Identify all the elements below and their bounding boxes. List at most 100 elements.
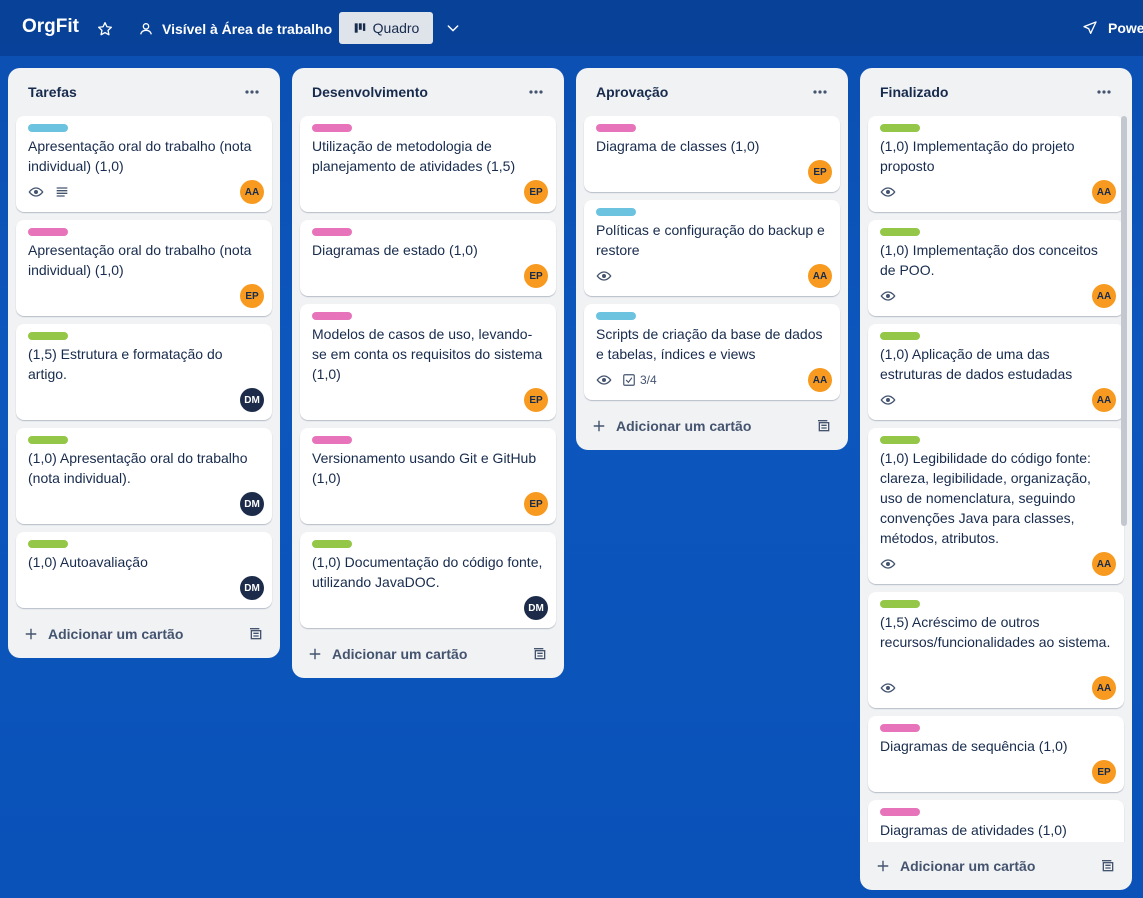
card-label[interactable] [596,124,636,132]
card-label[interactable] [880,724,920,732]
card-title: Políticas e configuração do backup e res… [596,222,825,258]
add-card-button[interactable]: Adicionar um cartão [876,858,1035,874]
board-view-button[interactable]: Quadro [339,12,433,44]
card-label[interactable] [28,436,68,444]
workspace-visibility-icon [140,23,152,35]
card-title: Apresentação oral do trabalho (nota indi… [28,138,252,174]
more-icon [529,90,543,94]
card[interactable]: (1,0) Legibilidade do código fonte: clar… [868,428,1124,584]
avatar[interactable]: AA [808,368,832,392]
avatar[interactable]: EP [1092,760,1116,784]
card-label[interactable] [880,332,920,340]
avatar[interactable]: EP [524,492,548,516]
star-icon [98,22,112,36]
card[interactable]: Versionamento usando Git e GitHub (1,0) … [300,428,556,524]
card[interactable]: (1,0) Apresentação oral do trabalho (not… [16,428,272,524]
add-card-button[interactable]: Adicionar um cartão [308,646,467,662]
card[interactable]: Apresentação oral do trabalho (nota indi… [16,116,272,212]
add-card-button[interactable]: Adicionar um cartão [24,626,183,642]
avatar[interactable]: DM [240,576,264,600]
checklist-icon [623,374,635,386]
card-label[interactable] [880,600,920,608]
view-switcher-button[interactable] [440,14,466,42]
avatar[interactable]: EP [240,284,264,308]
card-label[interactable] [312,312,352,320]
list-desenvolvimento: Desenvolvimento Utilização de metodologi… [292,68,564,678]
avatar[interactable]: EP [524,264,548,288]
avatar[interactable]: AA [1092,676,1116,700]
avatar[interactable]: DM [240,492,264,516]
avatar[interactable]: AA [808,264,832,288]
card[interactable]: Scripts de criação da base de dados e ta… [584,304,840,400]
card-label[interactable] [596,208,636,216]
card[interactable]: Apresentação oral do trabalho (nota indi… [16,220,272,316]
card-badges [596,268,612,284]
card[interactable]: Diagramas de estado (1,0) EP [300,220,556,296]
board-icon [354,23,365,33]
list-menu-button[interactable] [240,82,264,102]
card[interactable]: (1,0) Implementação do projeto proposto … [868,116,1124,212]
avatar[interactable]: EP [524,180,548,204]
card-label[interactable] [880,436,920,444]
card[interactable]: Políticas e configuração do backup e res… [584,200,840,296]
avatar[interactable]: EP [808,160,832,184]
card-title: (1,0) Implementação dos conceitos de POO… [880,242,1098,278]
card-template-icon[interactable] [532,646,548,662]
card-label[interactable] [312,436,352,444]
card-title: (1,0) Apresentação oral do trabalho (not… [28,450,248,486]
card-label[interactable] [312,124,352,132]
card[interactable]: Utilização de metodologia de planejament… [300,116,556,212]
card[interactable]: Modelos de casos de uso, levando-se em c… [300,304,556,420]
list-menu-button[interactable] [808,82,832,102]
card[interactable]: (1,5) Estrutura e formatação do artigo. … [16,324,272,420]
list-header: Tarefas [8,68,280,116]
card-template-icon[interactable] [248,626,264,642]
card[interactable]: (1,0) Autoavaliação DM [16,532,272,608]
card-title: Diagrama de classes (1,0) [596,138,760,154]
card[interactable]: Diagrama de classes (1,0) EP [584,116,840,192]
card-label[interactable] [28,332,68,340]
list-title[interactable]: Tarefas [28,84,77,100]
avatar[interactable]: AA [1092,388,1116,412]
card[interactable]: (1,0) Aplicação de uma das estruturas de… [868,324,1124,420]
card[interactable]: Diagramas de sequência (1,0) EP [868,716,1124,792]
card[interactable]: Diagramas de atividades (1,0) [868,800,1124,842]
list-scrollbar-thumb[interactable] [1121,116,1127,526]
card[interactable]: (1,0) Documentação do código fonte, util… [300,532,556,628]
card-label[interactable] [880,228,920,236]
avatar[interactable]: AA [1092,552,1116,576]
avatar[interactable]: EP [524,388,548,412]
visibility-button[interactable]: Visível à Área de trabalho [132,14,338,44]
card-label[interactable] [28,124,68,132]
list-title[interactable]: Aprovação [596,84,668,100]
card-label[interactable] [28,228,68,236]
checklist-badge: 3/4 [622,373,657,387]
board-name[interactable]: OrgFit [22,16,79,38]
board-header: OrgFit Visível à Área de trabalho Quadro… [0,0,1143,56]
avatar[interactable]: AA [1092,284,1116,308]
eye-icon [880,291,896,301]
card-label[interactable] [880,808,920,816]
list-menu-button[interactable] [524,82,548,102]
card-template-icon[interactable] [816,418,832,434]
eye-icon [880,559,896,569]
card[interactable]: (1,0) Implementação dos conceitos de POO… [868,220,1124,316]
card-label[interactable] [28,540,68,548]
avatar[interactable]: DM [524,596,548,620]
card-label[interactable] [312,228,352,236]
avatar[interactable]: DM [240,388,264,412]
card-label[interactable] [596,312,636,320]
avatar[interactable]: AA [1092,180,1116,204]
card[interactable]: (1,5) Acréscimo de outros recursos/funci… [868,592,1124,708]
list-title[interactable]: Desenvolvimento [312,84,428,100]
avatar[interactable]: AA [240,180,264,204]
card-template-icon[interactable] [1100,858,1116,874]
card-label[interactable] [880,124,920,132]
add-card-button[interactable]: Adicionar um cartão [592,418,751,434]
power-ups-button[interactable]: Powe [1082,14,1143,42]
eye-icon [880,187,896,197]
star-button[interactable] [92,16,118,42]
card-badges [28,184,70,200]
card-label[interactable] [312,540,352,548]
power-ups-label: Powe [1108,20,1143,36]
